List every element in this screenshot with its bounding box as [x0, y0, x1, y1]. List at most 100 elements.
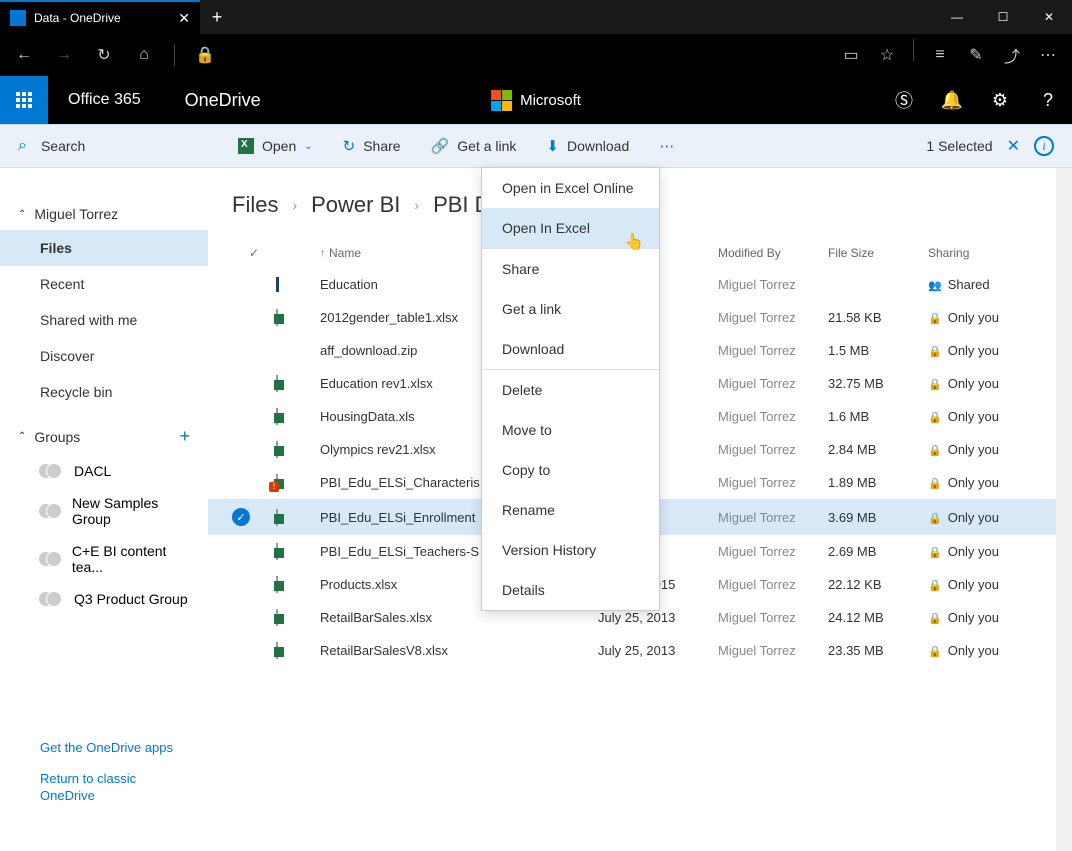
chevron-up-icon: ⌃ [18, 431, 26, 442]
excel-icon [276, 408, 278, 425]
tab-close-icon[interactable]: ✕ [178, 10, 190, 27]
file-size: 1.5 MB [828, 343, 928, 358]
sidebar-item-recycle-bin[interactable]: Recycle bin [0, 374, 208, 410]
notes-icon[interactable]: ✎ [960, 39, 992, 71]
group-item[interactable]: Q3 Product Group [0, 583, 208, 615]
sidebar-user-header[interactable]: ⌃ Miguel Torrez [0, 198, 208, 230]
context-menu-item[interactable]: Rename [482, 490, 659, 530]
share-button[interactable]: ↻ Share [343, 137, 401, 155]
add-group-button[interactable]: + [179, 426, 190, 447]
file-modifiedby: Miguel Torrez [718, 510, 828, 525]
file-modifiedby: Miguel Torrez [718, 643, 828, 658]
file-sharing: 🔒Only you [928, 544, 1048, 559]
app-name[interactable]: OneDrive [161, 90, 285, 111]
context-menu-item[interactable]: Version History [482, 530, 659, 570]
check-all-column[interactable]: ✓ [232, 246, 276, 260]
get-link-button[interactable]: 🔗 Get a link [431, 137, 517, 155]
excel-icon [276, 543, 278, 560]
selected-check-icon[interactable]: ✓ [232, 508, 250, 526]
open-button[interactable]: Open ⌄ [238, 138, 313, 154]
file-size: 22.12 KB [828, 577, 928, 592]
file-size: 1.6 MB [828, 409, 928, 424]
table-row[interactable]: RetailBarSalesV8.xlsxJuly 25, 2013Miguel… [208, 634, 1072, 667]
file-name[interactable]: RetailBarSales.xlsx [320, 610, 598, 625]
lock-icon: 🔒 [928, 379, 942, 391]
search-icon: ⌕ [18, 137, 27, 155]
context-menu-item[interactable]: Open In Excel [482, 208, 659, 248]
forward-button[interactable]: → [48, 39, 80, 71]
skype-icon[interactable]: Ⓢ [880, 76, 928, 124]
file-size: 23.35 MB [828, 643, 928, 658]
more-browser-icon[interactable]: ⋯ [1032, 39, 1064, 71]
app-launcher-button[interactable] [0, 76, 48, 124]
context-menu-item[interactable]: Open in Excel Online [482, 168, 659, 208]
file-modifiedby: Miguel Torrez [718, 277, 828, 292]
sidebar-item-files[interactable]: Files [0, 230, 208, 266]
window-minimize-button[interactable]: — [934, 0, 980, 34]
window-maximize-button[interactable]: ☐ [980, 0, 1026, 34]
context-menu-item[interactable]: Move to [482, 410, 659, 450]
context-menu-item[interactable]: Copy to [482, 450, 659, 490]
file-name[interactable]: RetailBarSalesV8.xlsx [320, 643, 598, 658]
excel-icon [276, 509, 278, 526]
window-close-button[interactable]: ✕ [1026, 0, 1072, 34]
new-tab-button[interactable]: + [200, 0, 234, 34]
file-sharing: 🔒Only you [928, 475, 1048, 490]
sidebar-item-discover[interactable]: Discover [0, 338, 208, 374]
classic-link[interactable]: Return to classic OneDrive [40, 771, 190, 805]
sharing-column-header[interactable]: Sharing [928, 246, 1048, 260]
sidebar-item-recent[interactable]: Recent [0, 266, 208, 302]
context-menu-item[interactable]: Delete [482, 370, 659, 410]
home-button[interactable]: ⌂ [128, 39, 160, 71]
lock-icon: 🔒 [928, 478, 942, 490]
excel-icon [238, 138, 254, 154]
search-box[interactable]: ⌕ Search [0, 137, 208, 155]
group-item[interactable]: DACL [0, 455, 208, 487]
file-sharing: 👥Shared [928, 277, 1048, 292]
info-button[interactable]: i [1034, 136, 1054, 156]
vertical-scrollbar[interactable] [1056, 168, 1072, 851]
file-size: 32.75 MB [828, 376, 928, 391]
share-browser-icon[interactable]: ⤴ [996, 39, 1028, 71]
group-item[interactable]: New Samples Group [0, 487, 208, 535]
modifiedby-column-header[interactable]: Modified By [718, 246, 828, 260]
sidebar-groups-header[interactable]: ⌃ Groups + [0, 418, 208, 455]
favorites-icon[interactable]: ☆ [871, 39, 903, 71]
file-size: 3.69 MB [828, 510, 928, 525]
ellipsis-icon: ⋯ [659, 137, 674, 155]
file-modifiedby: Miguel Torrez [718, 544, 828, 559]
excel-warn-icon [276, 474, 278, 491]
hub-icon[interactable]: ≡ [924, 39, 956, 71]
file-sharing: 🔒Only you [928, 577, 1048, 592]
settings-icon[interactable]: ⚙ [976, 76, 1024, 124]
file-size: 21.58 KB [828, 310, 928, 325]
sidebar-item-shared-with-me[interactable]: Shared with me [0, 302, 208, 338]
context-menu-item[interactable]: Details [482, 570, 659, 610]
context-menu-item[interactable]: Share [482, 249, 659, 289]
refresh-button[interactable]: ↻ [88, 39, 120, 71]
file-sharing: 🔒Only you [928, 442, 1048, 457]
browser-tab[interactable]: Data - OneDrive ✕ [0, 0, 200, 34]
download-button[interactable]: ⬇ Download [546, 137, 629, 155]
get-apps-link[interactable]: Get the OneDrive apps [40, 740, 190, 755]
sidebar: ⌃ Miguel Torrez FilesRecentShared with m… [0, 168, 208, 851]
file-modifiedby: Miguel Torrez [718, 475, 828, 490]
context-menu-item[interactable]: Get a link [482, 289, 659, 329]
help-icon[interactable]: ? [1024, 76, 1072, 124]
excel-icon [276, 576, 278, 593]
chevron-right-icon: › [414, 197, 419, 213]
breadcrumb-item[interactable]: Power BI [311, 192, 400, 218]
clear-selection-button[interactable]: ✕ [1007, 136, 1020, 156]
reading-view-icon[interactable]: ▭ [835, 39, 867, 71]
notifications-icon[interactable]: 🔔 [928, 76, 976, 124]
more-commands-button[interactable]: ⋯ [659, 137, 674, 155]
file-size: 1.89 MB [828, 475, 928, 490]
breadcrumb-item[interactable]: Files [232, 192, 278, 218]
excel-icon [276, 375, 278, 392]
group-item[interactable]: C+E BI content tea... [0, 535, 208, 583]
office-brand[interactable]: Office 365 [48, 91, 161, 109]
back-button[interactable]: ← [8, 39, 40, 71]
filesize-column-header[interactable]: File Size [828, 246, 928, 260]
file-sharing: 🔒Only you [928, 376, 1048, 391]
context-menu-item[interactable]: Download [482, 329, 659, 369]
